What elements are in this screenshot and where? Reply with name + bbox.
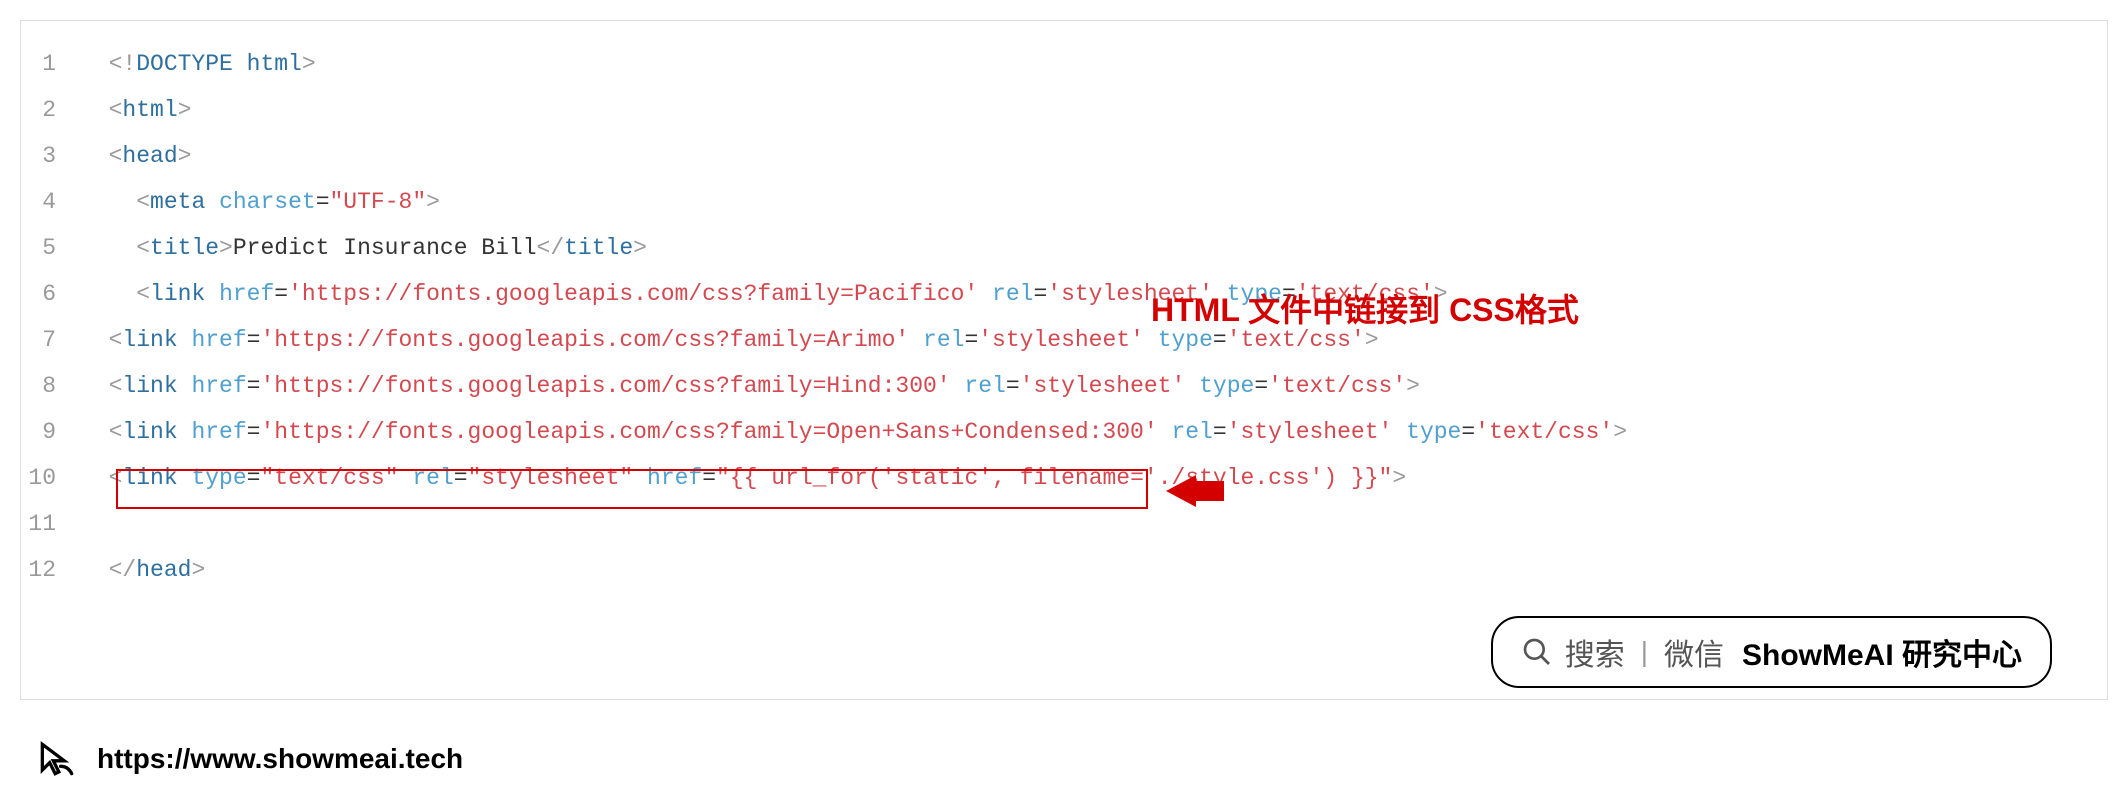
arrow-annotation bbox=[1166, 475, 1196, 507]
search-brand: ShowMeAI 研究中心 bbox=[1742, 630, 2022, 674]
line-number: 5 bbox=[21, 225, 81, 271]
line-number: 6 bbox=[21, 271, 81, 317]
line-number: 4 bbox=[21, 179, 81, 225]
footer: https://www.showmeai.tech bbox=[35, 737, 463, 781]
code-line: 11 bbox=[21, 501, 2107, 547]
code-line: 1 <!DOCTYPE html> bbox=[21, 41, 2107, 87]
line-number: 10 bbox=[21, 455, 81, 501]
line-content: <link href='https://fonts.googleapis.com… bbox=[81, 409, 1627, 455]
line-content: <title>Predict Insurance Bill</title> bbox=[81, 225, 647, 271]
line-number: 2 bbox=[21, 87, 81, 133]
line-number: 1 bbox=[21, 41, 81, 87]
code-editor: 1 <!DOCTYPE html>2 <html>3 <head>4 <meta… bbox=[20, 20, 2108, 700]
search-label-2: 微信 bbox=[1664, 630, 1724, 674]
code-line: 8 <link href='https://fonts.googleapis.c… bbox=[21, 363, 2107, 409]
line-content: <!DOCTYPE html> bbox=[81, 41, 316, 87]
code-line: 3 <head> bbox=[21, 133, 2107, 179]
search-label-1: 搜索 bbox=[1565, 630, 1625, 674]
line-content: <head> bbox=[81, 133, 191, 179]
line-number: 12 bbox=[21, 547, 81, 593]
code-line: 2 <html> bbox=[21, 87, 2107, 133]
code-line: 7 <link href='https://fonts.googleapis.c… bbox=[21, 317, 2107, 363]
code-line: 5 <title>Predict Insurance Bill</title> bbox=[21, 225, 2107, 271]
footer-url: https://www.showmeai.tech bbox=[97, 743, 463, 775]
search-box: 搜索 | 微信 ShowMeAI 研究中心 bbox=[1491, 616, 2052, 688]
search-divider: | bbox=[1641, 636, 1648, 668]
line-content: </head> bbox=[81, 547, 205, 593]
annotation-text: HTML 文件中链接到 CSS格式 bbox=[1151, 285, 1579, 331]
line-number: 7 bbox=[21, 317, 81, 363]
line-number: 3 bbox=[21, 133, 81, 179]
code-line: 10 <link type="text/css" rel="stylesheet… bbox=[21, 455, 2107, 501]
code-line: 6 <link href='https://fonts.googleapis.c… bbox=[21, 271, 2107, 317]
line-number: 9 bbox=[21, 409, 81, 455]
code-line: 4 <meta charset="UTF-8"> bbox=[21, 179, 2107, 225]
code-line: 12 </head> bbox=[21, 547, 2107, 593]
line-content: <meta charset="UTF-8"> bbox=[81, 179, 440, 225]
line-content: <link href='https://fonts.googleapis.com… bbox=[81, 363, 1420, 409]
cursor-icon bbox=[35, 737, 79, 781]
line-number: 11 bbox=[21, 501, 81, 547]
line-content: <html> bbox=[81, 87, 191, 133]
code-line: 9 <link href='https://fonts.googleapis.c… bbox=[21, 409, 2107, 455]
search-icon bbox=[1521, 636, 1553, 668]
line-number: 8 bbox=[21, 363, 81, 409]
